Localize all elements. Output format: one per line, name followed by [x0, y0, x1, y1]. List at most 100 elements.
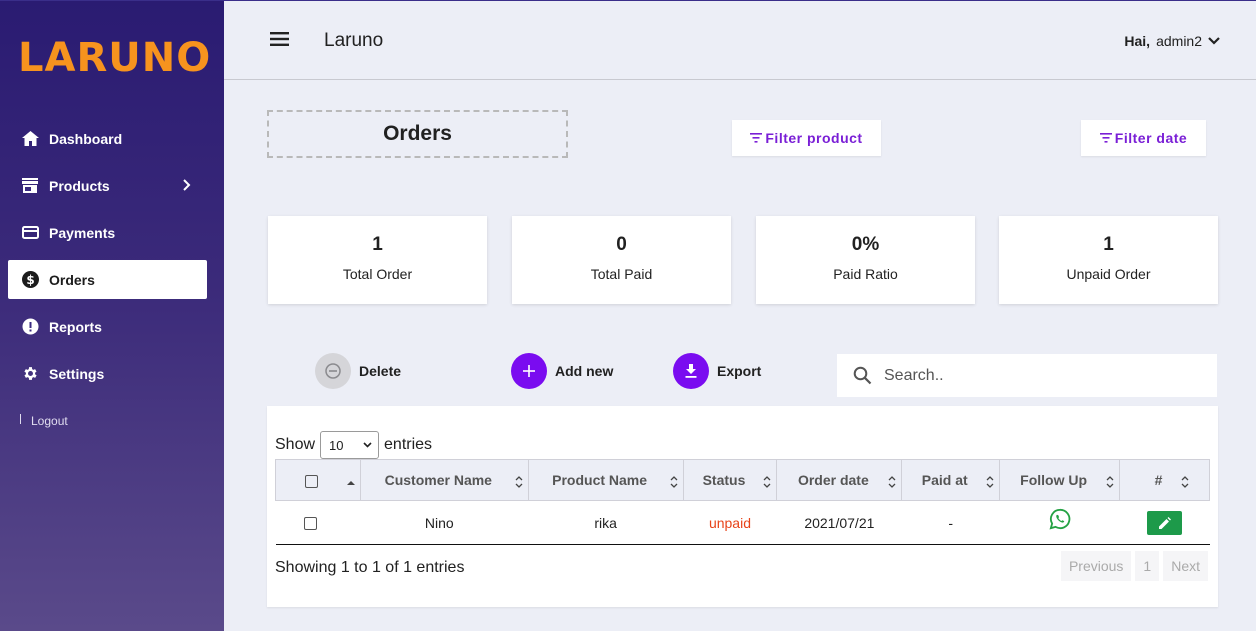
- page-1-button[interactable]: 1: [1135, 551, 1160, 581]
- credit-card-icon: [21, 224, 39, 242]
- column-header-paid-at[interactable]: Paid at: [901, 459, 1001, 501]
- column-header-customer-name[interactable]: Customer Name: [359, 459, 529, 501]
- table-header-row: Customer Name Product Name Status Order …: [275, 459, 1210, 501]
- row-checkbox[interactable]: [304, 517, 318, 531]
- filter-product-button[interactable]: Filter product: [732, 120, 881, 156]
- store-icon: [21, 177, 39, 195]
- sidebar-item-label: Settings: [49, 365, 105, 382]
- column-header-status[interactable]: Status: [682, 459, 778, 501]
- filter-icon: [1099, 133, 1115, 143]
- pencil-icon: [1158, 516, 1171, 529]
- pagination: Previous 1 Next: [1057, 551, 1208, 581]
- stat-label: Total Paid: [590, 266, 653, 282]
- follow-up-cell: [999, 500, 1120, 545]
- column-label: Paid at: [921, 472, 968, 488]
- customer-name-cell: Nino: [360, 500, 529, 545]
- search-box: [837, 354, 1217, 397]
- page-size-value: 10: [329, 437, 344, 453]
- stat-card-paid-ratio: 0% Paid Ratio: [756, 216, 975, 304]
- entries-label: entries: [384, 436, 433, 453]
- hamburger-menu-icon[interactable]: [270, 32, 289, 51]
- stat-value: 0: [616, 234, 627, 255]
- export-label: Export: [717, 363, 762, 379]
- gear-icon: [21, 365, 39, 383]
- sidebar-item-label: Products: [49, 177, 110, 194]
- page-size-select[interactable]: 10: [320, 431, 380, 459]
- download-icon: [673, 353, 709, 389]
- sort-icon: [1106, 475, 1114, 491]
- column-label: Follow Up: [1020, 472, 1088, 488]
- export-button[interactable]: Export: [673, 353, 761, 389]
- app-title: Laruno: [324, 30, 384, 51]
- sidebar-item-reports[interactable]: Reports: [8, 307, 207, 346]
- sidebar-item-payments[interactable]: Payments: [8, 213, 207, 252]
- table-row: Nino rika unpaid 2021/07/21 -: [275, 500, 1210, 545]
- filter-icon: [750, 133, 765, 143]
- orders-table: Customer Name Product Name Status Order …: [275, 459, 1210, 545]
- column-label: Product Name: [552, 472, 648, 488]
- page-title: Orders: [267, 110, 568, 158]
- product-name-cell: rika: [528, 500, 683, 545]
- sidebar-item-orders[interactable]: $ Orders: [8, 260, 207, 299]
- column-label: #: [1154, 472, 1163, 488]
- sidebar: LARUNO Dashboard Products Payments $ Ord…: [0, 0, 224, 631]
- sort-icon: [515, 475, 523, 491]
- sidebar-item-label: Payments: [49, 224, 116, 241]
- sort-icon: [763, 475, 771, 491]
- sidebar-item-label: Dashboard: [49, 130, 123, 147]
- sidebar-item-dashboard[interactable]: Dashboard: [8, 119, 207, 158]
- logout-link[interactable]: Logout: [20, 414, 68, 428]
- sidebar-item-settings[interactable]: Settings: [8, 354, 207, 393]
- stat-label: Paid Ratio: [833, 266, 898, 282]
- stat-value: 1: [372, 234, 383, 255]
- table-info: Showing 1 to 1 of 1 entries: [275, 559, 465, 576]
- add-new-button[interactable]: Add new: [511, 353, 613, 389]
- search-input[interactable]: [884, 366, 1184, 385]
- greeting-label: Hai,: [1124, 33, 1151, 49]
- filter-date-label: Filter date: [1114, 130, 1188, 146]
- stat-value: 0%: [851, 234, 880, 255]
- sidebar-item-products[interactable]: Products: [8, 166, 207, 205]
- column-header-product-name[interactable]: Product Name: [527, 459, 684, 501]
- stat-card-total-paid: 0 Total Paid: [512, 216, 731, 304]
- sidebar-item-label: Orders: [49, 271, 95, 288]
- logout-label: Logout: [31, 414, 68, 428]
- home-icon: [21, 130, 39, 148]
- select-all-checkbox[interactable]: [305, 474, 319, 488]
- search-icon: [853, 366, 872, 385]
- column-label: Status: [702, 472, 746, 488]
- chevron-right-icon: [183, 178, 191, 194]
- column-label: Order date: [797, 472, 869, 488]
- status-cell: unpaid: [683, 500, 777, 545]
- user-menu[interactable]: Hai, admin2: [1124, 33, 1220, 49]
- top-header: Laruno Hai, admin2: [224, 0, 1256, 80]
- orders-table-card: Show 10 entries Customer Name Product Na: [267, 406, 1218, 607]
- whatsapp-icon[interactable]: [1049, 508, 1071, 530]
- add-new-label: Add new: [555, 363, 614, 379]
- sidebar-item-label: Reports: [49, 318, 102, 335]
- next-page-button[interactable]: Next: [1163, 551, 1208, 581]
- page-size-control: Show 10 entries: [275, 431, 432, 459]
- show-label: Show: [275, 436, 316, 453]
- svg-text:$: $: [26, 273, 34, 287]
- edit-button[interactable]: [1147, 510, 1183, 535]
- paid-at-cell: -: [901, 500, 1000, 545]
- filter-date-button[interactable]: Filter date: [1081, 120, 1206, 156]
- select-all-header[interactable]: [275, 459, 361, 501]
- sort-icon: [888, 475, 896, 491]
- order-date-cell: 2021/07/21: [776, 500, 902, 545]
- chevron-down-icon: [1208, 37, 1220, 45]
- column-header-order-date[interactable]: Order date: [776, 459, 903, 501]
- alert-circle-icon: [21, 318, 39, 336]
- username-label: admin2: [1156, 33, 1202, 49]
- app-logo[interactable]: LARUNO: [18, 35, 211, 81]
- delete-button[interactable]: Delete: [315, 353, 401, 389]
- sort-icon: [986, 475, 994, 491]
- stat-card-total-order: 1 Total Order: [268, 216, 487, 304]
- dollar-circle-icon: $: [21, 271, 39, 289]
- filter-product-label: Filter product: [765, 130, 863, 146]
- sort-icon: [670, 475, 678, 491]
- previous-page-button[interactable]: Previous: [1060, 551, 1132, 581]
- column-header-follow-up[interactable]: Follow Up: [999, 459, 1121, 501]
- column-header-actions[interactable]: #: [1119, 459, 1210, 501]
